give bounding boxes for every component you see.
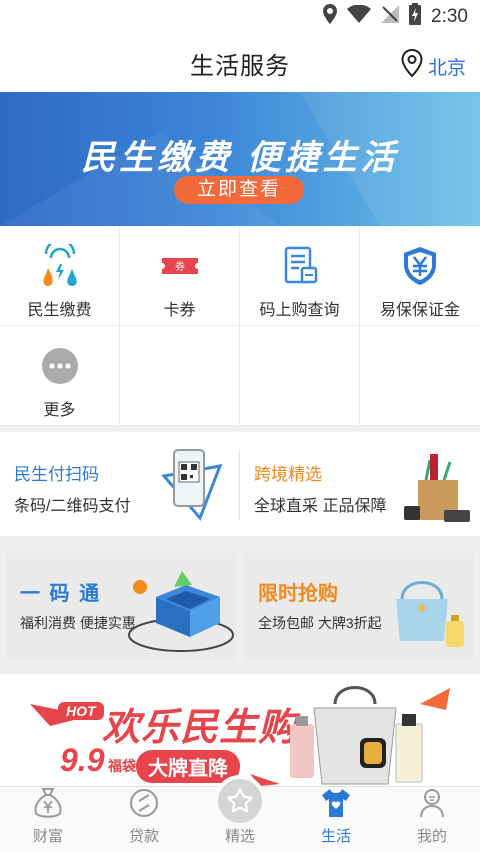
- service-label: 码上购查询: [259, 302, 340, 319]
- empty-cell: [120, 326, 240, 426]
- service-utilities[interactable]: 民生缴费: [0, 226, 120, 326]
- utilities-icon: [38, 244, 82, 288]
- banner-view-button[interactable]: 立即查看: [174, 176, 304, 204]
- phone-qr-illustration: [161, 449, 223, 521]
- service-receipt-query[interactable]: 码上购查询: [240, 226, 360, 326]
- promo-flash-sale[interactable]: 限时抢购 全场包邮 大牌3折起: [244, 553, 474, 661]
- status-bar: 2:30: [0, 0, 480, 34]
- svg-text:券: 券: [175, 260, 185, 273]
- location-pin-icon: [323, 4, 338, 30]
- promo-title: 民生付扫码: [14, 465, 99, 484]
- receipt-icon: [278, 244, 322, 288]
- battery-charging-icon: [409, 3, 422, 31]
- promo-subtitle: 全球直采 正品保障: [254, 498, 387, 515]
- bottom-tab-bar: 财富 贷款 精选 生活 我的: [0, 775, 480, 852]
- service-more[interactable]: 更多: [0, 326, 120, 426]
- location-pin-icon: [400, 48, 424, 84]
- page-title: 生活服务: [190, 52, 290, 80]
- discount-tag: 大牌直降: [136, 750, 240, 783]
- clock-time: 2:30: [431, 6, 468, 27]
- app-header: 生活服务 北京: [0, 34, 480, 92]
- tab-label: 生活: [320, 828, 351, 845]
- service-coupon[interactable]: 券 卡券: [120, 226, 240, 326]
- promo-subtitle: 条码/二维码支付: [14, 498, 131, 515]
- tab-label: 贷款: [128, 828, 159, 845]
- tab-mine[interactable]: 我的: [384, 787, 480, 852]
- minsheng-shopping-banner[interactable]: HOT 欢乐民生购 9.9 福袋 大牌直降: [0, 674, 480, 786]
- tab-label: 精选: [224, 828, 255, 845]
- bag-label: 福袋: [108, 758, 136, 774]
- service-label: 更多: [43, 402, 76, 419]
- price-label: 9.9: [60, 742, 105, 778]
- wifi-icon: [347, 4, 372, 29]
- promo-row-1: 民生付扫码 条码/二维码支付 跨境精选 全球直采 正品保障: [0, 432, 480, 536]
- service-label: 民生缴费: [27, 302, 92, 319]
- tab-wealth[interactable]: 财富: [0, 787, 96, 852]
- promo-title: 跨境精选: [254, 465, 322, 484]
- products-illustration: [290, 686, 423, 785]
- loan-icon: [129, 787, 159, 823]
- empty-cell: [240, 326, 360, 426]
- tab-featured[interactable]: 精选: [192, 775, 288, 852]
- shopping-bag-illustration: [404, 454, 470, 522]
- tab-label: 我的: [416, 828, 447, 845]
- tshirt-heart-icon: [320, 787, 352, 823]
- tab-label: 财富: [32, 828, 63, 845]
- tab-loan[interactable]: 贷款: [96, 787, 192, 852]
- no-signal-icon: [381, 5, 400, 29]
- service-deposit[interactable]: 易保保证金: [360, 226, 480, 326]
- promo-one-code[interactable]: 一 码 通 福利消费 便捷实惠: [6, 553, 236, 661]
- star-icon: [214, 775, 266, 827]
- handbag-illustration: [396, 581, 464, 647]
- service-grid: 民生缴费 券 卡券 码上购查询 易保保证金 更多: [0, 226, 480, 426]
- person-icon: [417, 787, 447, 823]
- empty-cell: [360, 326, 480, 426]
- qr-island-illustration: [128, 571, 234, 652]
- service-label: 易保保证金: [379, 302, 460, 319]
- promo-subtitle: 全场包邮 大牌3折起: [258, 615, 382, 631]
- promo-title: 限时抢购: [258, 583, 338, 605]
- money-bag-icon: [33, 787, 63, 823]
- promo-cross-border[interactable]: 跨境精选 全球直采 正品保障: [240, 432, 480, 536]
- service-label: 卡券: [163, 302, 196, 319]
- more-icon: [38, 344, 82, 388]
- shield-yuan-icon: [398, 244, 442, 288]
- promo-subtitle: 福利消费 便捷实惠: [20, 615, 136, 631]
- banner-headline: 民生缴费 便捷生活: [81, 139, 399, 177]
- tab-life[interactable]: 生活: [288, 787, 384, 852]
- promo-minsheng-pay[interactable]: 民生付扫码 条码/二维码支付: [0, 432, 240, 536]
- promo-title: 一 码 通: [20, 583, 102, 605]
- coupon-icon: 券: [158, 244, 202, 288]
- hero-banner[interactable]: 民生缴费 便捷生活 立即查看: [0, 92, 480, 226]
- location-city: 北京: [427, 57, 466, 79]
- location-selector[interactable]: 北京: [400, 48, 466, 84]
